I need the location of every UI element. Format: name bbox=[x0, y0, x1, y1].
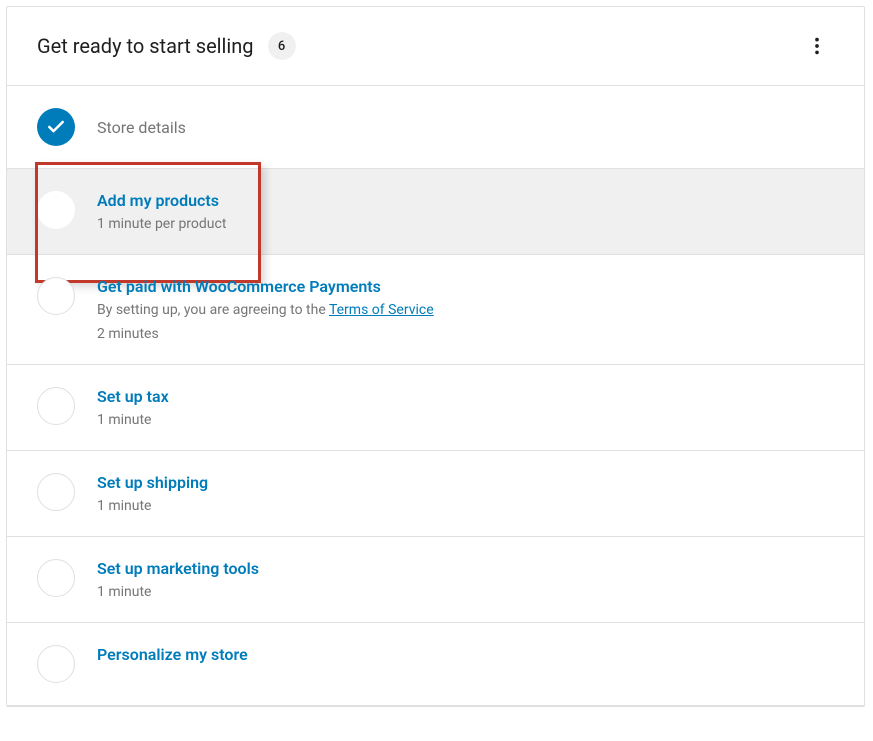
status-incomplete-icon bbox=[37, 559, 75, 597]
task-content: Add my products 1 minute per product bbox=[97, 191, 834, 232]
more-vertical-icon bbox=[806, 35, 828, 57]
task-title[interactable]: Add my products bbox=[97, 191, 834, 210]
status-incomplete-icon bbox=[37, 191, 75, 229]
task-store-details[interactable]: Store details bbox=[7, 86, 864, 169]
task-time: 2 minutes bbox=[97, 326, 834, 342]
task-get-paid[interactable]: Get paid with WooCommerce Payments By se… bbox=[7, 255, 864, 365]
task-content: Personalize my store bbox=[97, 645, 834, 670]
task-title: Store details bbox=[97, 118, 834, 137]
terms-of-service-link[interactable]: Terms of Service bbox=[329, 302, 434, 318]
task-personalize-store[interactable]: Personalize my store bbox=[7, 623, 864, 706]
task-content: Set up shipping 1 minute bbox=[97, 473, 834, 514]
task-content: Get paid with WooCommerce Payments By se… bbox=[97, 277, 834, 342]
task-desc-prefix: By setting up, you are agreeing to the bbox=[97, 302, 329, 318]
task-title[interactable]: Set up tax bbox=[97, 387, 834, 406]
status-incomplete-icon bbox=[37, 277, 75, 315]
task-count-badge: 6 bbox=[268, 32, 296, 60]
task-set-up-shipping[interactable]: Set up shipping 1 minute bbox=[7, 451, 864, 537]
task-time: 1 minute per product bbox=[97, 216, 834, 232]
card-title: Get ready to start selling bbox=[37, 34, 254, 58]
task-title[interactable]: Personalize my store bbox=[97, 645, 834, 664]
task-description: By setting up, you are agreeing to the T… bbox=[97, 302, 834, 318]
task-time: 1 minute bbox=[97, 498, 834, 514]
status-incomplete-icon bbox=[37, 387, 75, 425]
setup-tasks-card: Get ready to start selling 6 Store detai… bbox=[6, 6, 865, 707]
task-set-up-tax[interactable]: Set up tax 1 minute bbox=[7, 365, 864, 451]
task-title[interactable]: Get paid with WooCommerce Payments bbox=[97, 277, 834, 296]
task-content: Set up marketing tools 1 minute bbox=[97, 559, 834, 600]
card-header: Get ready to start selling 6 bbox=[7, 7, 864, 86]
status-complete-icon bbox=[37, 108, 75, 146]
task-time: 1 minute bbox=[97, 584, 834, 600]
task-title[interactable]: Set up marketing tools bbox=[97, 559, 834, 578]
status-incomplete-icon bbox=[37, 473, 75, 511]
task-marketing-tools[interactable]: Set up marketing tools 1 minute bbox=[7, 537, 864, 623]
task-time: 1 minute bbox=[97, 412, 834, 428]
task-list: Store details Add my products 1 minute p… bbox=[7, 86, 864, 706]
task-add-products[interactable]: Add my products 1 minute per product bbox=[7, 169, 864, 255]
status-incomplete-icon bbox=[37, 645, 75, 683]
task-title[interactable]: Set up shipping bbox=[97, 473, 834, 492]
task-content: Set up tax 1 minute bbox=[97, 387, 834, 428]
task-content: Store details bbox=[97, 118, 834, 137]
more-menu-button[interactable] bbox=[800, 29, 834, 63]
